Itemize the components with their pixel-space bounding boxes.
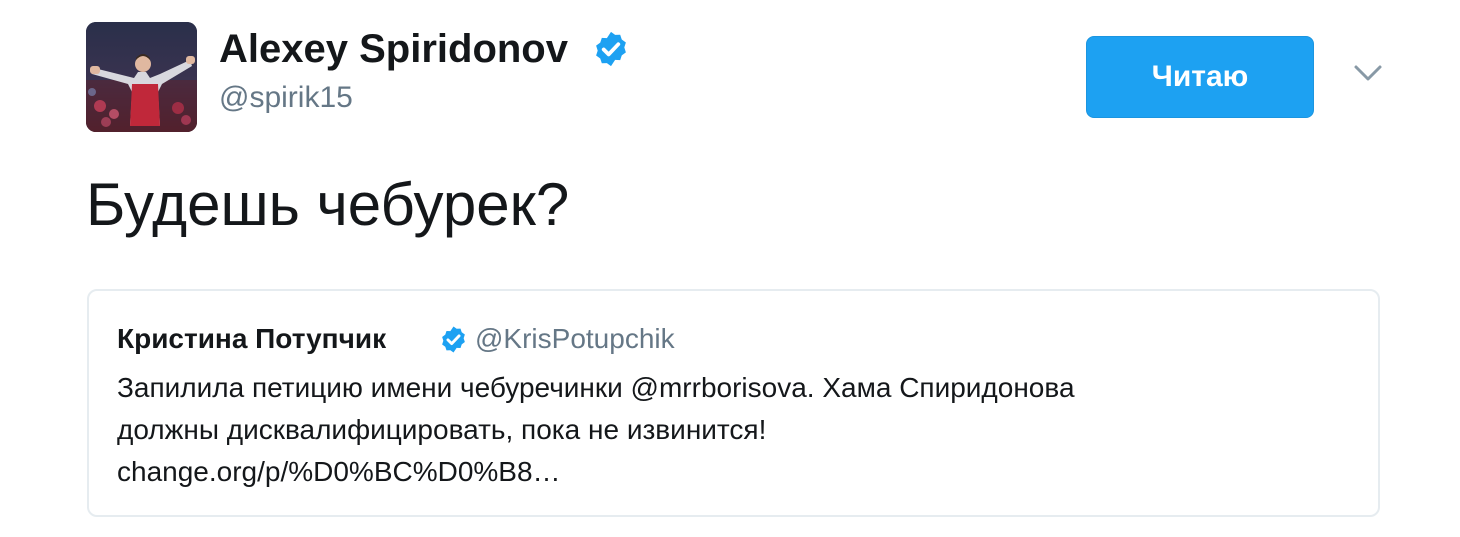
verified-badge-icon xyxy=(442,326,465,353)
quoted-tweet-line: должны дисквалифицировать, пока не извин… xyxy=(117,414,767,445)
quoted-author-name: Кристина Потупчик xyxy=(117,323,387,354)
quoted-tweet-link: change.org/p/%D0%BC%D0%B8… xyxy=(117,456,561,487)
follow-button[interactable]: Читаю xyxy=(1086,36,1314,118)
quoted-author-handle: @KrisPotupchik xyxy=(475,323,675,354)
chevron-down-icon[interactable] xyxy=(1350,58,1386,88)
quoted-tweet-text: Запилила петицию имени чебуречинки @mrrb… xyxy=(117,367,1075,493)
author-handle[interactable]: @spirik15 xyxy=(219,80,353,116)
avatar-image xyxy=(86,22,197,132)
quoted-tweet-line: Запилила петицию имени чебуречинки @mrrb… xyxy=(117,372,1075,403)
author-name[interactable]: Alexey Spiridonov xyxy=(219,26,568,72)
author-avatar[interactable] xyxy=(86,22,197,132)
verified-badge-icon xyxy=(596,31,626,67)
quoted-tweet-card[interactable]: Кристина Потупчик @KrisPotupchik Запилил… xyxy=(87,289,1380,517)
tweet-text: Будешь чебурек? xyxy=(86,171,570,238)
